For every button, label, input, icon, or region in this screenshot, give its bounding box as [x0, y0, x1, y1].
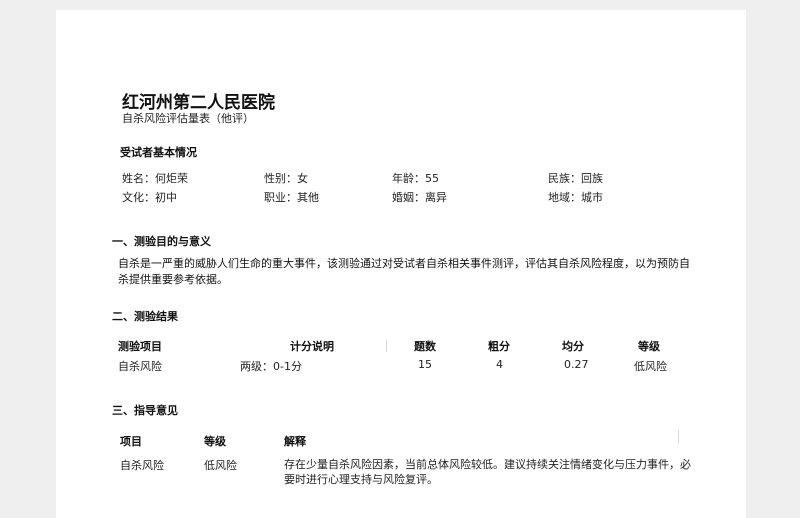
- result-col-count: 题数: [414, 340, 436, 353]
- info-marriage: 婚姻：离异: [392, 191, 447, 204]
- table-divider: [386, 340, 387, 352]
- info-name: 姓名：何炬荣: [122, 172, 188, 185]
- result-item: 自杀风险: [118, 360, 162, 373]
- result-col-avg: 均分: [562, 340, 584, 353]
- info-ethnicity: 民族：回族: [548, 172, 603, 185]
- result-level: 低风险: [634, 360, 667, 373]
- info-age: 年龄：55: [392, 172, 439, 185]
- result-scoring: 两级：0-1分: [240, 360, 302, 373]
- result-count: 15: [418, 358, 432, 371]
- result-col-scoring: 计分说明: [290, 340, 334, 353]
- advice-explain: 存在少量自杀风险因素，当前总体风险较低。建议持续关注情绪变化与压力事件，必要时进…: [284, 458, 691, 486]
- report-page: 红河州第二人民医院 自杀风险评估量表（他评） 受试者基本情况 姓名：何炬荣 性别…: [56, 10, 746, 518]
- result-avg: 0.27: [564, 358, 589, 371]
- section1-title: 一、测验目的与意义: [112, 235, 211, 248]
- info-region: 地域：城市: [548, 191, 603, 204]
- result-raw: 4: [496, 358, 503, 371]
- section2-title: 二、测验结果: [112, 310, 178, 323]
- table-divider: [678, 430, 679, 444]
- info-occupation: 职业：其他: [264, 191, 319, 204]
- advice-level: 低风险: [204, 459, 237, 472]
- basic-info-title: 受试者基本情况: [120, 146, 197, 159]
- info-education: 文化：初中: [122, 191, 177, 204]
- advice-col-explain: 解释: [284, 435, 306, 448]
- form-title: 自杀风险评估量表（他评）: [122, 112, 254, 125]
- advice-col-item: 项目: [120, 435, 142, 448]
- result-col-raw: 粗分: [488, 340, 510, 353]
- advice-col-level: 等级: [204, 435, 226, 448]
- advice-item: 自杀风险: [120, 459, 164, 472]
- result-col-item: 测验项目: [118, 340, 162, 353]
- section1-text: 自杀是一严重的威胁人们生命的重大事件，该测验通过对受试者自杀相关事件测评，评估其…: [118, 257, 690, 286]
- result-col-level: 等级: [638, 340, 660, 353]
- section3-title: 三、指导意见: [112, 404, 178, 417]
- info-gender: 性别：女: [264, 172, 308, 185]
